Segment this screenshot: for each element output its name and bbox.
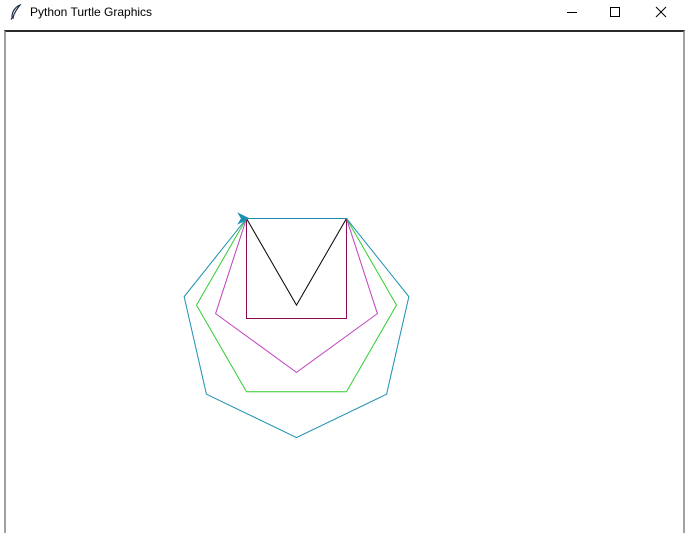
turtle-canvas-frame [4,30,685,533]
title-bar[interactable]: Python Turtle Graphics [0,0,690,24]
window-title: Python Turtle Graphics [30,5,153,19]
minimize-button[interactable] [549,0,595,24]
maximize-icon [610,7,620,17]
turtle-canvas[interactable] [6,32,683,533]
pentagon-shape [215,218,378,373]
minimize-icon [567,12,577,13]
heptagon-shape [183,218,410,439]
turtle-window: Python Turtle Graphics [0,0,690,533]
feather-icon [10,4,22,20]
close-icon [655,6,667,18]
square-shape [246,218,347,319]
triangle-shape [246,218,348,307]
maximize-button[interactable] [592,0,638,24]
close-button[interactable] [638,0,684,24]
